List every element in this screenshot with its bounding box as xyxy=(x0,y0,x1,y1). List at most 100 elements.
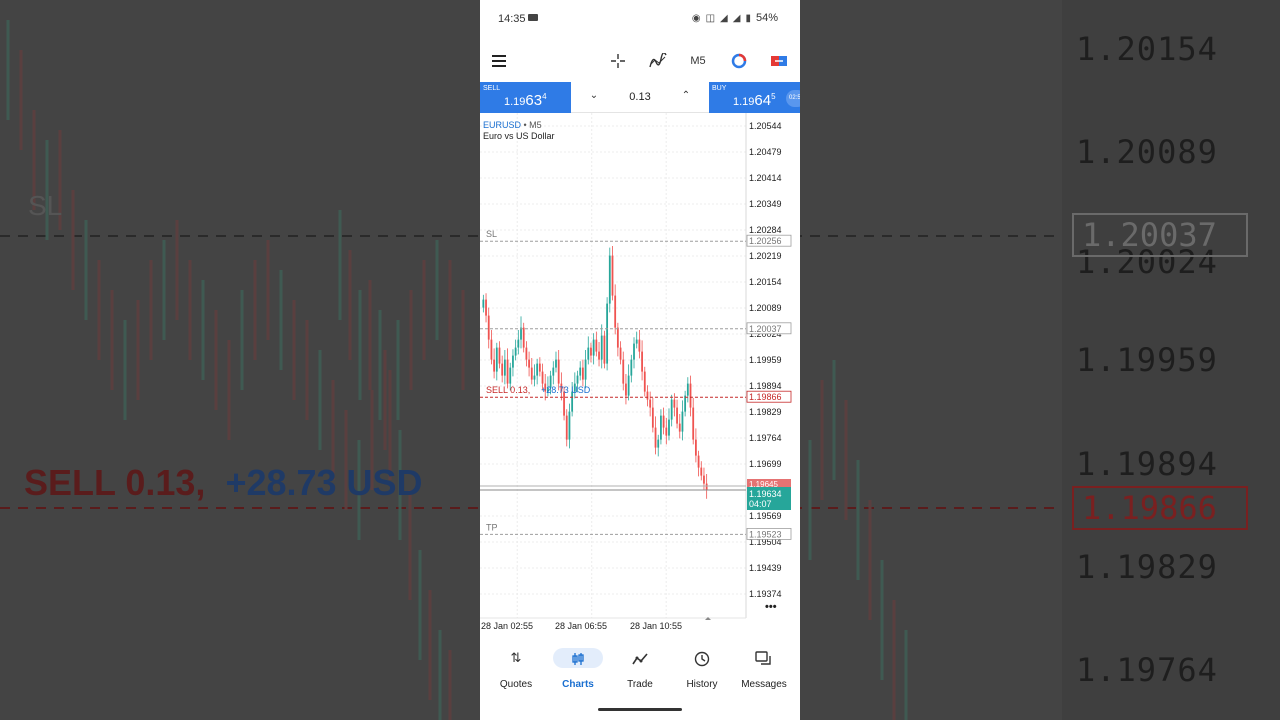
menu-icon[interactable] xyxy=(488,50,510,72)
history-icon xyxy=(672,648,732,668)
candle-body xyxy=(581,367,584,380)
price-axis-label: 1.19894 xyxy=(749,381,782,391)
candle-body xyxy=(684,395,687,412)
signal-icon: ◢ xyxy=(720,12,728,24)
price-axis-label: 1.19764 xyxy=(749,433,782,443)
sell-price-sup: 4 xyxy=(542,92,547,101)
candle-body xyxy=(646,391,649,400)
sell-price-prefix: 1.19 xyxy=(504,96,526,108)
candle-body xyxy=(579,367,582,376)
volume-control: ⌄ 0.13 ⌃ xyxy=(571,82,709,113)
sell-price-big: 63 xyxy=(525,92,543,109)
nav-history[interactable]: History xyxy=(672,648,732,694)
candle-body xyxy=(657,439,660,448)
nav-messages[interactable]: Messages xyxy=(734,648,794,694)
candle-body xyxy=(514,347,517,356)
trade-icon xyxy=(610,648,670,668)
candle-body xyxy=(633,343,635,360)
nav-charts[interactable]: Charts xyxy=(548,648,608,694)
sell-button[interactable]: SELL 1.19634 xyxy=(480,82,571,113)
home-indicator[interactable] xyxy=(598,708,682,711)
candle-body xyxy=(700,467,703,476)
buy-button[interactable]: BUY 1.19645 02:5 xyxy=(709,82,800,113)
price-axis-label: 1.20544 xyxy=(749,121,782,131)
buy-price-prefix: 1.19 xyxy=(733,96,755,108)
objects-icon[interactable] xyxy=(728,50,750,72)
candle-body xyxy=(565,415,568,440)
bar-countdown: 04:07 xyxy=(749,499,772,509)
candle-body xyxy=(676,407,678,424)
candle-body xyxy=(503,359,506,376)
price-chart[interactable]: 1.20544 1.20479 1.20414 1.20349 1.20284 1.202… xyxy=(480,113,800,640)
stop-loss-label: SL xyxy=(486,229,497,239)
charts-icon xyxy=(553,648,603,668)
candle-body xyxy=(643,371,646,392)
candle-body xyxy=(557,359,560,384)
background-price-label: 1.19959 xyxy=(1076,341,1218,379)
candle-body xyxy=(651,407,654,428)
chart-canvas[interactable]: 1.205441.204791.204141.203491.202841.202… xyxy=(480,113,800,640)
nav-charts-label: Charts xyxy=(562,679,594,690)
volume-input[interactable]: 0.13 xyxy=(619,91,661,103)
candle-body xyxy=(668,419,670,436)
chart-symbol: EURUSD • M5 xyxy=(483,120,542,130)
candle-body xyxy=(689,383,692,408)
battery-icon: ▮ xyxy=(745,12,751,24)
nav-quotes[interactable]: ⇅ Quotes xyxy=(486,648,546,694)
candle-body xyxy=(641,351,643,372)
price-axis-label: 1.20154 xyxy=(749,277,782,287)
buy-price-big: 64 xyxy=(754,92,772,109)
price-axis-label: 1.19959 xyxy=(749,355,782,365)
status-icons: ◉ ◫ ◢ ◢ ▮ 54% xyxy=(692,12,778,24)
more-options-icon: ••• xyxy=(765,601,777,613)
candle-body xyxy=(635,339,638,344)
bottom-navigation: ⇅ Quotes Charts Trade History Messages xyxy=(480,640,800,700)
candle-body xyxy=(555,359,557,368)
buy-price: 1.19645 xyxy=(733,92,776,109)
candle-body xyxy=(533,375,536,380)
background-profit-text: +28.73 USD xyxy=(225,462,423,503)
candle-body xyxy=(493,359,496,372)
candle-body xyxy=(568,411,571,440)
status-time: 14:35 xyxy=(498,13,526,25)
candle-body xyxy=(501,363,504,376)
price-axis-label: 1.20479 xyxy=(749,147,782,157)
volume-increase-icon[interactable]: ⌃ xyxy=(679,90,693,101)
candle-body xyxy=(705,483,708,490)
candle-body xyxy=(703,475,705,484)
candle-body xyxy=(630,359,633,376)
candle-body xyxy=(538,363,541,372)
candle-body xyxy=(616,327,619,348)
candle-body xyxy=(522,327,525,348)
nav-trade[interactable]: Trade xyxy=(610,648,670,694)
candle-body xyxy=(530,367,533,380)
new-order-icon[interactable] xyxy=(768,50,790,72)
background-sl-label: SL xyxy=(28,190,63,221)
candle-body xyxy=(584,359,587,380)
background-entry-price-box: 1.20037 xyxy=(1072,213,1248,257)
symbol-name: EURUSD xyxy=(483,120,522,130)
time-axis-label: 28 Jan 02:55 xyxy=(481,621,533,631)
entry-price: 1.20037 xyxy=(749,324,782,334)
volume-decrease-icon[interactable]: ⌄ xyxy=(587,90,601,101)
battery-level: 54% xyxy=(755,12,778,24)
candle-body xyxy=(625,383,627,396)
price-axis-label: 1.19569 xyxy=(749,511,782,521)
symbol-timeframe: • M5 xyxy=(523,120,542,130)
candle-body xyxy=(697,455,700,468)
candle-body xyxy=(681,411,684,432)
candle-body xyxy=(627,375,630,396)
candle-body xyxy=(487,315,490,340)
current-price: 1.19634 xyxy=(749,489,782,499)
price-axis-label: 1.19374 xyxy=(749,589,782,599)
candle-body xyxy=(673,399,676,408)
price-axis-label: 1.20284 xyxy=(749,225,782,235)
candle-body xyxy=(506,359,509,384)
crosshair-icon[interactable] xyxy=(608,50,628,72)
indicators-icon[interactable] xyxy=(648,50,668,72)
price-axis-label: 1.20219 xyxy=(749,251,782,261)
candle-body xyxy=(608,255,611,304)
candle-body xyxy=(692,407,695,440)
candle-body xyxy=(552,367,555,376)
timeframe-button[interactable]: M5 xyxy=(686,50,710,72)
